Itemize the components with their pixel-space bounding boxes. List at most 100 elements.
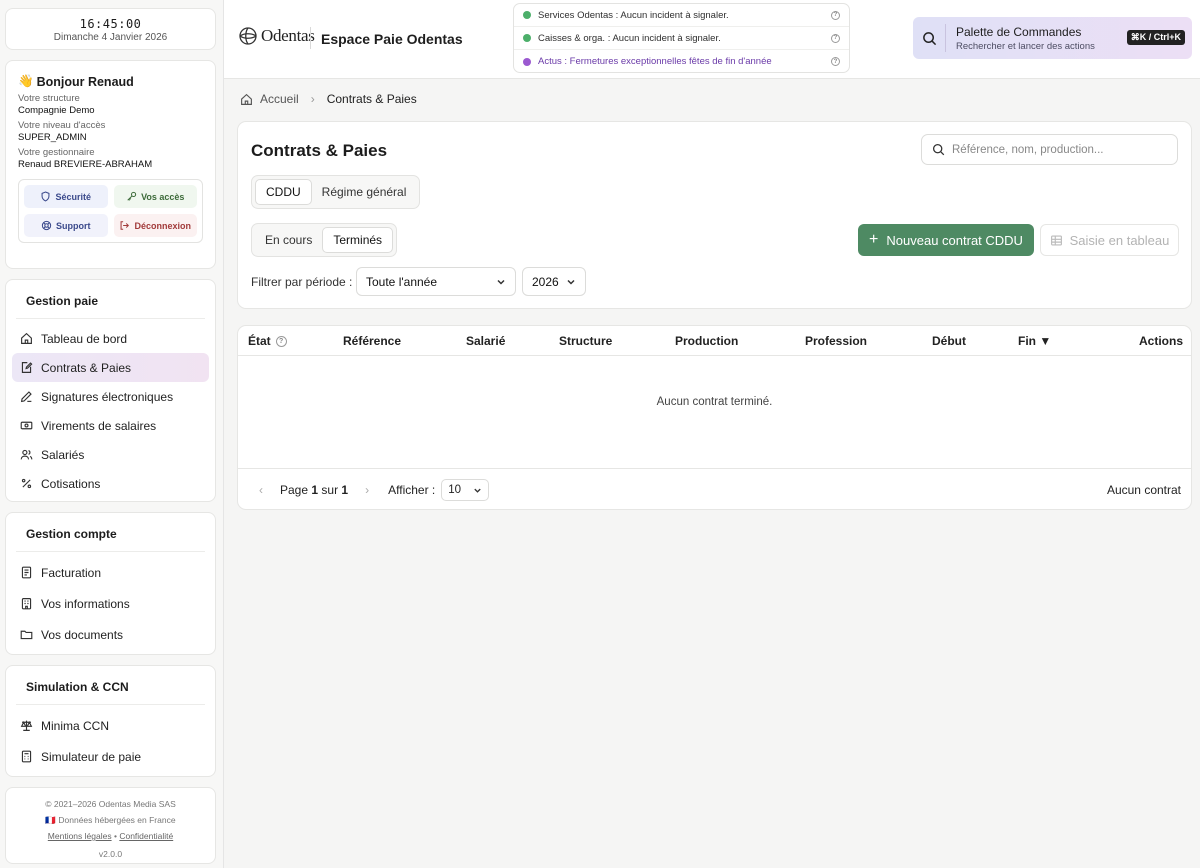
nav-simulation: Simulation & CCN Minima CCN Simulateur d…	[5, 665, 216, 777]
tab-en-cours[interactable]: En cours	[255, 227, 322, 253]
chevron-right-icon[interactable]: ›	[356, 483, 378, 497]
column-structure[interactable]: Structure	[559, 334, 612, 348]
sidebar-item-contracts[interactable]: Contrats & Paies	[12, 353, 209, 382]
page-title: Contrats & Paies	[251, 141, 388, 160]
info-icon[interactable]: ?	[831, 10, 840, 20]
search-icon	[932, 143, 945, 156]
command-palette-button[interactable]: Palette de Commandes Rechercher et lance…	[913, 17, 1192, 59]
sidebar-item-employees[interactable]: Salariés	[12, 440, 209, 469]
column-label: État	[248, 334, 271, 348]
page-total: 1	[341, 483, 349, 497]
per-page-select[interactable]: 10	[441, 479, 490, 501]
column-profession[interactable]: Profession	[805, 334, 867, 348]
new-contract-button[interactable]: + Nouveau contrat CDDU	[858, 224, 1034, 256]
sidebar-item-simulator[interactable]: Simulateur de paie	[12, 741, 209, 772]
greeting-text: Bonjour Renaud	[36, 74, 134, 89]
column-salarie[interactable]: Salarié	[466, 334, 505, 348]
table-header: État ? Référence Salarié Structure Produ…	[238, 326, 1191, 356]
logo-text: Odentas	[261, 26, 315, 45]
banknote-icon	[20, 421, 33, 430]
chevron-right-icon: ›	[310, 92, 315, 106]
info-icon[interactable]: ?	[831, 57, 840, 66]
period-value: Toute l'année	[366, 274, 438, 289]
sidebar-item-signatures[interactable]: Signatures électroniques	[12, 382, 209, 411]
clock-date: Dimanche 4 Janvier 2026	[53, 32, 168, 43]
period-select[interactable]: Toute l'année	[356, 267, 516, 296]
manager-label: Votre gestionnaire	[18, 147, 95, 158]
palette-divider	[945, 24, 946, 52]
app-title: Espace Paie Odentas	[321, 31, 463, 47]
chevron-left-icon[interactable]: ‹	[250, 483, 272, 497]
status-text: Caisses & orga. : Aucun incident à signa…	[538, 32, 721, 44]
empty-state-message: Aucun contrat terminé.	[656, 396, 773, 408]
sidebar-item-transfers[interactable]: Virements de salaires	[12, 411, 209, 440]
status-row-services[interactable]: Services Odentas : Aucun incident à sign…	[514, 4, 849, 27]
sidebar-footer: © 2021–2026 Odentas Media SAS 🇫🇷 Données…	[5, 787, 216, 864]
france-flag-icon: 🇫🇷	[45, 815, 56, 825]
table-entry-label: Saisie en tableau	[1069, 232, 1170, 248]
structure-value: Compagnie Demo	[18, 105, 95, 116]
access-label: Vos accès	[141, 191, 185, 202]
odentas-logo-icon	[239, 27, 257, 45]
column-debut[interactable]: Début	[932, 334, 966, 348]
edit-document-icon	[21, 362, 33, 373]
hosting-text: Données hébergées en France	[58, 815, 176, 825]
security-button[interactable]: Sécurité	[24, 185, 108, 208]
status-row-caisses[interactable]: Caisses & orga. : Aucun incident à signa…	[514, 27, 849, 50]
regime-tabs: CDDU Régime général	[251, 175, 421, 209]
column-fin[interactable]: Fin ▼	[1018, 334, 1051, 348]
info-icon[interactable]: ?	[831, 33, 840, 43]
sidebar-item-dashboard[interactable]: Tableau de bord	[12, 324, 209, 353]
folder-icon	[20, 630, 33, 640]
sidebar-item-label: Contrats & Paies	[41, 360, 132, 375]
sidebar-item-label: Simulateur de paie	[41, 749, 142, 764]
sidebar-item-label: Signatures électroniques	[41, 389, 174, 404]
copyright: © 2021–2026 Odentas Media SAS	[45, 799, 176, 809]
quick-actions: Sécurité Vos accès Support Déconnexion	[18, 179, 203, 243]
top-header: Odentas Espace Paie Odentas Services Ode…	[224, 0, 1200, 79]
column-production[interactable]: Production	[675, 334, 738, 348]
logout-button[interactable]: Déconnexion	[113, 214, 197, 237]
sidebar-item-information[interactable]: Vos informations	[12, 588, 209, 619]
table-entry-button[interactable]: Saisie en tableau	[1040, 224, 1179, 256]
tab-termines[interactable]: Terminés	[322, 227, 394, 253]
access-button[interactable]: Vos accès	[113, 185, 197, 208]
new-contract-label: Nouveau contrat CDDU	[886, 232, 1023, 248]
table-icon	[1050, 234, 1062, 246]
nav-section-title: Gestion paie	[16, 280, 205, 319]
nav-account-management: Gestion compte Facturation Vos informati…	[5, 512, 216, 655]
legal-link[interactable]: Mentions légales	[48, 831, 112, 841]
status-text: Actus : Fermetures exceptionnelles fêtes…	[538, 56, 772, 67]
breadcrumb-home[interactable]: Accueil	[260, 92, 299, 106]
search-input[interactable]: Référence, nom, production...	[921, 134, 1178, 165]
sidebar-item-billing[interactable]: Facturation	[12, 557, 209, 588]
nav-pay-management: Gestion paie Tableau de bord Contrats & …	[5, 279, 216, 502]
sidebar-item-minima[interactable]: Minima CCN	[12, 710, 209, 741]
status-row-news[interactable]: Actus : Fermetures exceptionnelles fêtes…	[514, 50, 849, 72]
column-reference[interactable]: Référence	[343, 334, 401, 348]
home-icon[interactable]	[240, 93, 253, 106]
column-etat[interactable]: État ?	[248, 334, 287, 348]
support-button[interactable]: Support	[24, 214, 108, 237]
sidebar-item-documents[interactable]: Vos documents	[12, 619, 209, 650]
plus-icon: +	[869, 231, 879, 248]
help-icon[interactable]: ?	[275, 335, 287, 347]
sidebar-item-label: Salariés	[41, 447, 85, 462]
odentas-logo[interactable]: Odentas	[237, 25, 315, 47]
table-pagination: ‹ Page 1 sur 1 › Afficher : 10 Aucun con…	[238, 468, 1191, 509]
tab-regime-general[interactable]: Régime général	[312, 179, 417, 205]
page-current: 1	[311, 483, 319, 497]
hosting-info: 🇫🇷 Données hébergées en France	[6, 812, 215, 828]
sidebar-item-label: Minima CCN	[41, 718, 110, 733]
year-select[interactable]: 2026	[522, 267, 586, 296]
tab-cddu[interactable]: CDDU	[255, 179, 312, 205]
users-icon	[20, 449, 33, 460]
per-page-value: 10	[448, 484, 462, 496]
period-filter-label: Filtrer par période :	[251, 275, 353, 289]
status-text: Services Odentas : Aucun incident à sign…	[538, 9, 729, 21]
privacy-link[interactable]: Confidentialité	[119, 831, 173, 841]
chevron-down-icon	[567, 279, 575, 285]
security-label: Sécurité	[55, 191, 92, 202]
sidebar-item-contributions[interactable]: Cotisations	[12, 469, 209, 498]
nav-section-title: Simulation & CCN	[16, 666, 205, 705]
